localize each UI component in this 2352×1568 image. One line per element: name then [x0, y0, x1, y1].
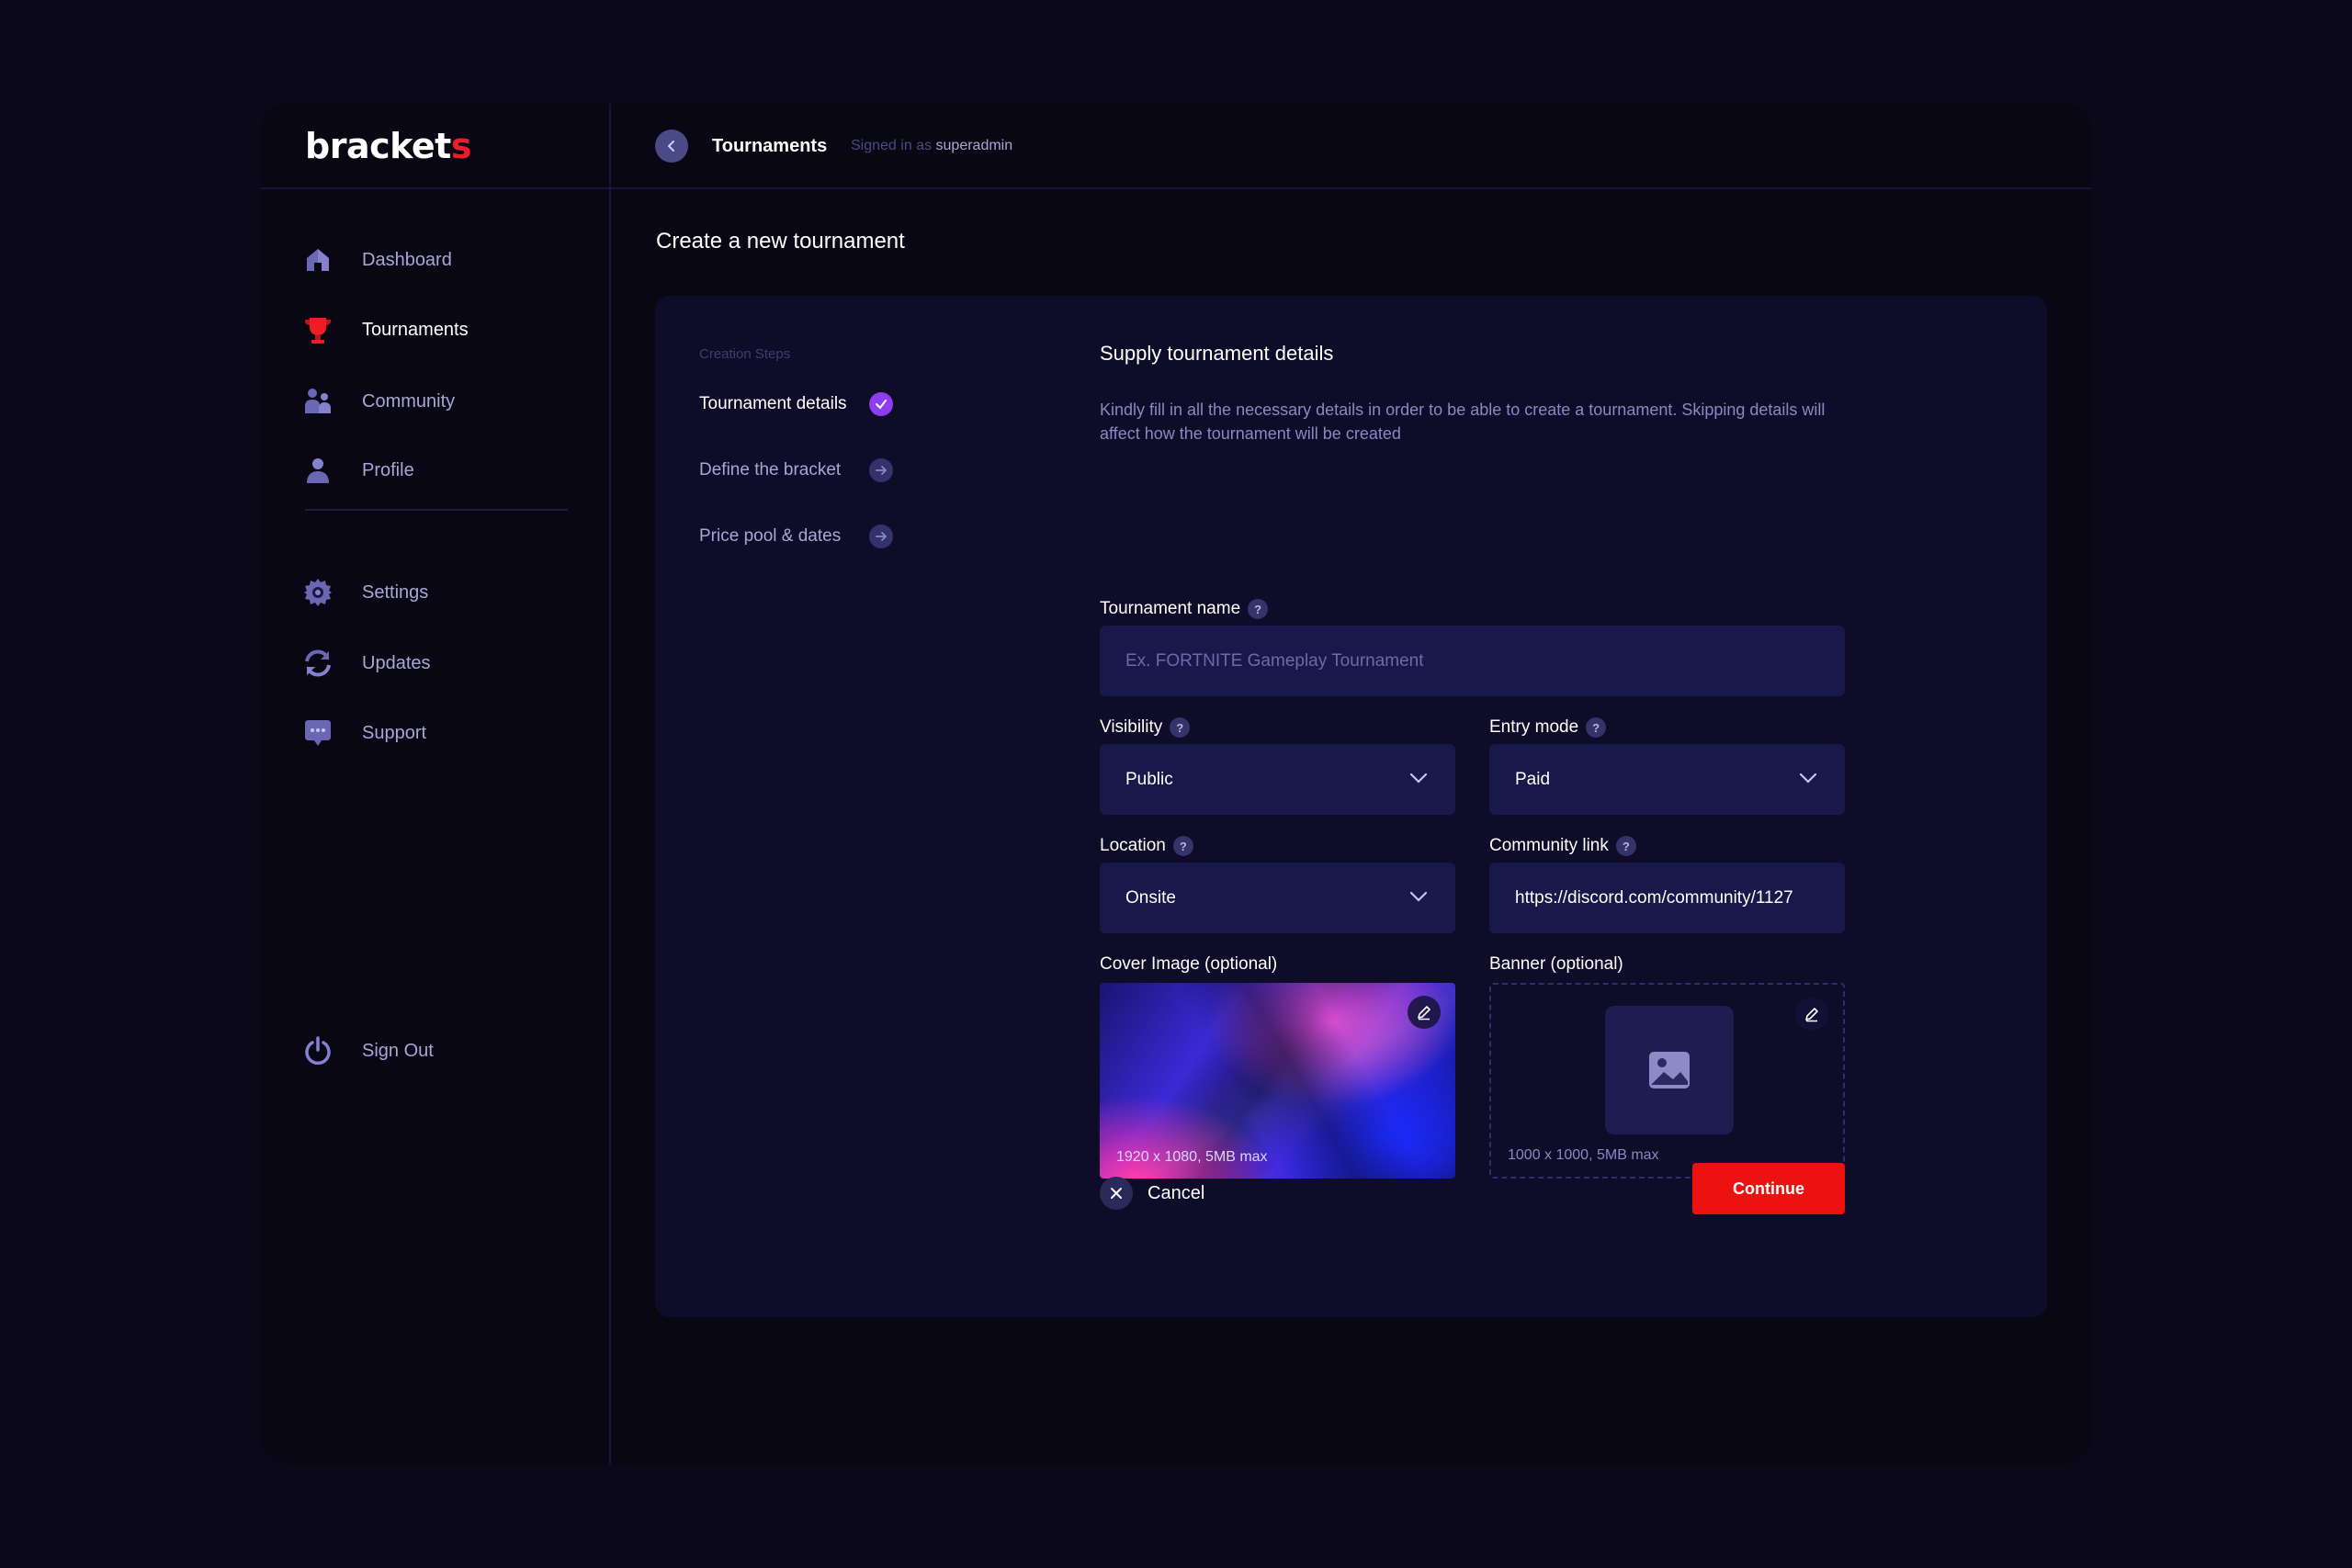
step-tournament-details[interactable]: Tournament details — [699, 391, 893, 417]
edit-icon[interactable] — [1408, 996, 1441, 1029]
refresh-icon — [301, 647, 334, 680]
creation-card: Creation Steps Tournament details Define… — [655, 296, 2047, 1317]
sidebar-item-label: Community — [362, 390, 456, 412]
logo[interactable]: brackets — [305, 126, 471, 166]
power-icon — [301, 1034, 334, 1067]
gear-icon — [301, 576, 334, 609]
sidebar-item-label: Support — [362, 722, 427, 743]
cover-image-hint: 1920 x 1080, 5MB max — [1116, 1149, 1268, 1165]
arrow-right-icon — [869, 458, 893, 482]
banner-upload[interactable]: 1000 x 1000, 5MB max — [1489, 983, 1845, 1179]
edit-icon[interactable] — [1795, 998, 1828, 1031]
arrow-right-icon — [869, 525, 893, 548]
logo-area: brackets — [261, 104, 609, 189]
help-icon[interactable]: ? — [1248, 599, 1269, 619]
sidebar-item-label: Dashboard — [362, 249, 452, 270]
username: superadmin — [935, 138, 1013, 153]
chevron-down-icon — [1409, 773, 1428, 784]
sidebar-item-profile[interactable]: Profile — [301, 450, 577, 491]
visibility-label: Visibility? — [1100, 717, 1191, 738]
banner-hint: 1000 x 1000, 5MB max — [1508, 1147, 1659, 1163]
location-select[interactable]: Onsite — [1100, 863, 1455, 933]
trophy-icon — [301, 313, 334, 346]
chevron-down-icon — [1799, 773, 1817, 784]
sidebar-item-updates[interactable]: Updates — [301, 643, 577, 683]
sidebar-item-tournaments[interactable]: Tournaments — [301, 310, 577, 350]
steps-caption: Creation Steps — [699, 346, 791, 362]
community-link-label: Community link? — [1489, 836, 1636, 856]
signed-in-text: Signed in as superadmin — [851, 138, 1013, 153]
sidebar: brackets Dashboard Tournaments Community — [261, 104, 611, 1464]
person-icon — [301, 454, 334, 487]
help-icon[interactable]: ? — [1172, 836, 1193, 856]
cover-image-label: Cover Image (optional) — [1100, 954, 1278, 974]
tournament-name-input[interactable]: Ex. FORTNITE Gameplay Tournament — [1100, 626, 1845, 696]
entry-mode-select[interactable]: Paid — [1489, 744, 1845, 815]
visibility-select[interactable]: Public — [1100, 744, 1455, 815]
entry-mode-label: Entry mode? — [1489, 717, 1607, 738]
form-description: Kindly fill in all the necessary details… — [1100, 400, 1826, 443]
step-label: Tournament details — [699, 394, 847, 413]
page-title: Create a new tournament — [656, 229, 905, 254]
sidebar-item-label: Profile — [362, 459, 414, 480]
sidebar-item-label: Updates — [362, 652, 431, 673]
image-placeholder — [1605, 1006, 1734, 1134]
chevron-left-icon — [667, 141, 674, 152]
form-title: Supply tournament details — [1100, 342, 1334, 365]
cover-image-upload[interactable]: 1920 x 1080, 5MB max — [1100, 983, 1455, 1179]
tournament-name-label: Tournament name? — [1100, 599, 1269, 619]
help-icon[interactable]: ? — [1170, 717, 1191, 738]
sidebar-item-label: Settings — [362, 581, 429, 603]
sidebar-item-settings[interactable]: Settings — [301, 572, 577, 613]
sidebar-item-dashboard[interactable]: Dashboard — [301, 240, 577, 280]
location-label: Location? — [1100, 836, 1193, 856]
banner-label: Banner (optional) — [1489, 954, 1623, 974]
close-icon — [1100, 1177, 1133, 1210]
step-label: Define the bracket — [699, 460, 842, 479]
cancel-label: Cancel — [1148, 1182, 1205, 1203]
people-icon — [301, 385, 334, 418]
community-link-input[interactable]: https://discord.com/community/1127 — [1489, 863, 1845, 933]
sign-out-button[interactable]: Sign Out — [301, 1031, 577, 1071]
continue-button[interactable]: Continue — [1692, 1163, 1845, 1214]
help-icon[interactable]: ? — [1586, 717, 1607, 738]
sidebar-item-support[interactable]: Support — [301, 713, 577, 753]
image-icon — [1649, 1052, 1690, 1089]
step-define-bracket[interactable]: Define the bracket — [699, 457, 893, 483]
sign-out-label: Sign Out — [362, 1040, 434, 1061]
back-button[interactable] — [655, 130, 688, 163]
top-bar: Tournaments Signed in as superadmin 12 — [611, 104, 2091, 189]
help-icon[interactable]: ? — [1615, 836, 1636, 856]
step-price-pool-dates[interactable]: Price pool & dates — [699, 524, 893, 549]
sidebar-item-community[interactable]: Community — [301, 381, 577, 422]
chevron-down-icon — [1409, 891, 1428, 902]
chat-icon — [301, 716, 334, 750]
cancel-button[interactable]: Cancel — [1100, 1177, 1204, 1210]
app-window: brackets Dashboard Tournaments Community — [261, 104, 2091, 1464]
step-label: Price pool & dates — [699, 526, 842, 546]
sidebar-divider — [305, 509, 568, 511]
top-bar-title: Tournaments — [712, 136, 828, 156]
sidebar-item-label: Tournaments — [362, 319, 469, 340]
home-icon — [301, 243, 334, 276]
check-icon — [869, 392, 893, 416]
